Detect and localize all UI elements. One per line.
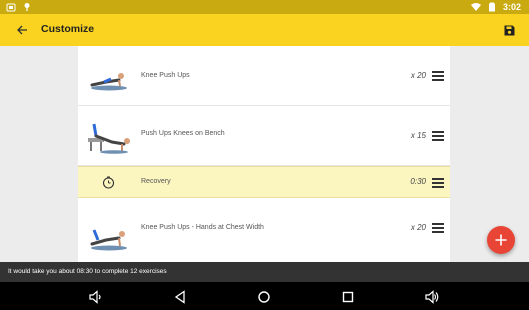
back-nav-button[interactable] — [173, 290, 187, 304]
exercise-count: x 15 — [410, 131, 426, 140]
back-button[interactable] — [12, 20, 32, 40]
volume-down-icon — [89, 290, 101, 304]
timer-icon — [102, 176, 115, 189]
exercise-list[interactable]: Knee Push Ups x 20 Push Ups Knees on Ben… — [78, 46, 450, 262]
wifi-icon — [470, 3, 481, 11]
volume-down-button[interactable] — [89, 290, 103, 304]
recovery-duration: 0:30 — [410, 177, 426, 186]
battery-icon — [488, 2, 495, 12]
snackbar: It would take you about 08:30 to complet… — [0, 262, 529, 282]
bench-push-ups-figure — [88, 123, 130, 154]
knee-push-ups-figure — [90, 73, 127, 91]
exercise-name: Knee Push Ups - Hands at Chest Width — [141, 224, 264, 231]
navigation-bar — [0, 282, 529, 310]
status-time: 3:02 — [502, 2, 521, 12]
save-floppy-icon — [504, 25, 514, 35]
drag-handle-icon[interactable] — [432, 178, 444, 188]
plus-icon — [495, 234, 507, 246]
exercise-name: Knee Push Ups — [141, 72, 190, 79]
home-nav-button[interactable] — [257, 290, 271, 304]
recents-square-icon — [342, 291, 354, 303]
drag-handle-icon[interactable] — [432, 71, 444, 81]
save-button[interactable] — [499, 20, 519, 40]
recovery-row[interactable]: Recovery 0:30 — [78, 166, 450, 198]
exercise-count: x 20 — [410, 71, 426, 80]
recovery-label: Recovery — [141, 178, 171, 185]
add-exercise-button[interactable] — [487, 226, 515, 254]
location-pin-icon — [24, 3, 30, 11]
back-triangle-icon — [174, 290, 185, 304]
drag-handle-icon[interactable] — [432, 131, 444, 141]
exercise-row[interactable]: Push Ups Knees on Bench x 15 — [78, 106, 450, 166]
drag-handle-icon[interactable] — [432, 223, 444, 233]
page-title: Customize — [41, 23, 95, 35]
android-icon — [6, 3, 16, 12]
exercise-name: Push Ups Knees on Bench — [141, 130, 225, 137]
home-circle-icon — [258, 291, 270, 303]
exercise-row[interactable]: Knee Push Ups - Hands at Chest Width x 2… — [78, 198, 450, 262]
recents-nav-button[interactable] — [341, 290, 355, 304]
arrow-back-icon — [17, 25, 27, 35]
snackbar-message: It would take you about 08:30 to complet… — [8, 268, 167, 275]
volume-up-button[interactable] — [425, 290, 439, 304]
screen: 3:02 Customize Knee Push Ups x 20 Push U… — [0, 0, 529, 310]
volume-up-icon — [425, 290, 439, 304]
status-bar: 3:02 — [0, 0, 529, 14]
app-bar: Customize — [0, 14, 529, 46]
exercise-count: x 20 — [410, 223, 426, 232]
exercise-row[interactable]: Knee Push Ups x 20 — [78, 46, 450, 106]
chest-width-push-ups-figure — [90, 229, 127, 251]
